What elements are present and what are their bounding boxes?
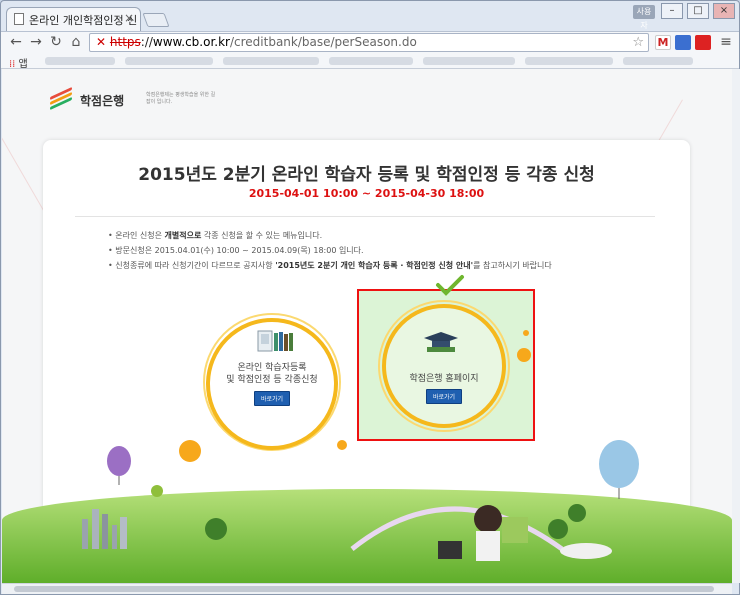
back-icon[interactable]: ← [7,34,25,50]
notice-emphasis: '2015년도 2분기 개인 학습자 등록 · 학점인정 신청 안내' [275,261,474,270]
insecure-icon: ✕ [96,35,107,49]
notice-text: 방문신청은 2015.04.01(수) 10:00 ~ 2015.04.09(목… [115,246,364,255]
credit-bank-homepage-label: 학점은행 홈페이지 [409,374,479,384]
user-profile-badge[interactable]: 사용자 [633,5,655,30]
browser-tab[interactable]: 온라인 개인학점인정 신 × [6,7,141,31]
scenery-icon [82,440,639,561]
gmail-extension-icon[interactable]: M [655,35,671,50]
address-bar[interactable]: ✕ https://www.cb.or.kr/creditbank/base/p… [89,33,649,52]
apps-shortcut[interactable]: ⁞⁞ 앱 [9,55,28,70]
notice-text: 온라인 신청은 [115,231,165,240]
bookmarks-bar: ⁞⁞ 앱 [1,53,739,70]
tab-close-icon[interactable]: × [124,11,134,25]
notification-extension-icon[interactable] [695,35,711,50]
url-host: www.cb.or.kr [152,35,230,49]
url-scheme: https [109,35,141,49]
bookmark-item[interactable] [45,57,115,65]
decor-dot [517,348,531,362]
decor-dot [523,330,529,336]
books-icon [257,330,293,352]
option-label-line: 및 학점인정 등 각종신청 [226,375,318,385]
scroll-thumb[interactable] [14,586,714,592]
calendar-extension-icon[interactable] [675,35,691,50]
notice-text: 각종 신청을 할 수 있는 메뉴입니다. [201,231,323,240]
notice-text: 신청종류에 따라 신청기간이 다르므로 공지사항 [115,261,276,270]
bookmark-star-icon[interactable]: ☆ [632,34,644,51]
close-button[interactable]: × [713,3,735,19]
bookmark-item[interactable] [623,57,693,65]
url-path: /creditbank/base/perSeason.do [229,35,417,49]
page-viewport: 학점은행 학점은행제는 평생학습을 위한 길잡이 입니다. 2015년도 2분기… [2,69,732,583]
browser-window: 온라인 개인학점인정 신 × 사용자 – □ × ← → ↻ ⌂ ✕ https… [0,0,740,595]
credit-bank-homepage-option[interactable] [382,304,506,428]
go-homepage-button[interactable]: 바로가기 [426,389,462,404]
bookmark-item[interactable] [125,57,213,65]
tab-strip: 온라인 개인학점인정 신 × 사용자 – □ × [1,1,739,31]
menu-icon[interactable]: ≡ [717,34,735,50]
bookmark-item[interactable] [329,57,413,65]
new-tab-button[interactable] [142,13,170,27]
browser-toolbar: ← → ↻ ⌂ ✕ https://www.cb.or.kr/creditban… [1,31,739,53]
notice-item: • 신청종류에 따라 신청기간이 다르므로 공지사항 '2015년도 2분기 개… [108,261,552,270]
url-separator: :// [140,35,153,49]
logo-name: 학점은행 [80,94,125,108]
bookmark-item[interactable] [525,57,613,65]
application-period: 2015-04-01 10:00 ~ 2015-04-30 18:00 [248,187,485,200]
page-title: 2015년도 2분기 온라인 학습자 등록 및 학점인정 등 각종 신청 [138,165,595,185]
bookmark-item[interactable] [223,57,319,65]
vertical-scrollbar[interactable] [732,69,740,583]
notice-emphasis: 개별적으로 [164,231,202,240]
checkmark-icon [436,275,464,296]
notice-list: • 온라인 신청은 개별적으로 각종 신청을 할 수 있는 메뉴입니다. • 방… [108,228,552,273]
minimize-button[interactable]: – [661,3,683,19]
reload-icon[interactable]: ↻ [47,34,65,50]
divider [75,216,655,217]
notice-item: • 방문신청은 2015.04.01(수) 10:00 ~ 2015.04.09… [108,246,364,255]
bookmark-item[interactable] [423,57,515,65]
tab-title: 온라인 개인학점인정 신 [29,14,138,27]
horizontal-scrollbar[interactable] [2,583,732,594]
maximize-button[interactable]: □ [687,3,709,19]
notice-item: • 온라인 신청은 개별적으로 각종 신청을 할 수 있는 메뉴입니다. [108,231,323,240]
online-registration-label: 온라인 학습자등록 및 학점인정 등 각종신청 [206,362,338,386]
logo-mark-icon [50,86,76,111]
logo-tagline: 학점은행제는 평생학습을 위한 길잡이 입니다. [146,92,216,105]
option-label-line: 온라인 학습자등록 [237,363,307,373]
graduation-cap-icon [424,332,458,352]
home-icon[interactable]: ⌂ [67,34,85,50]
notice-text: 를 참고하시기 바랍니다 [473,261,552,270]
page-icon [14,13,24,25]
go-online-registration-button[interactable]: 바로가기 [254,391,290,406]
forward-icon[interactable]: → [27,34,45,50]
